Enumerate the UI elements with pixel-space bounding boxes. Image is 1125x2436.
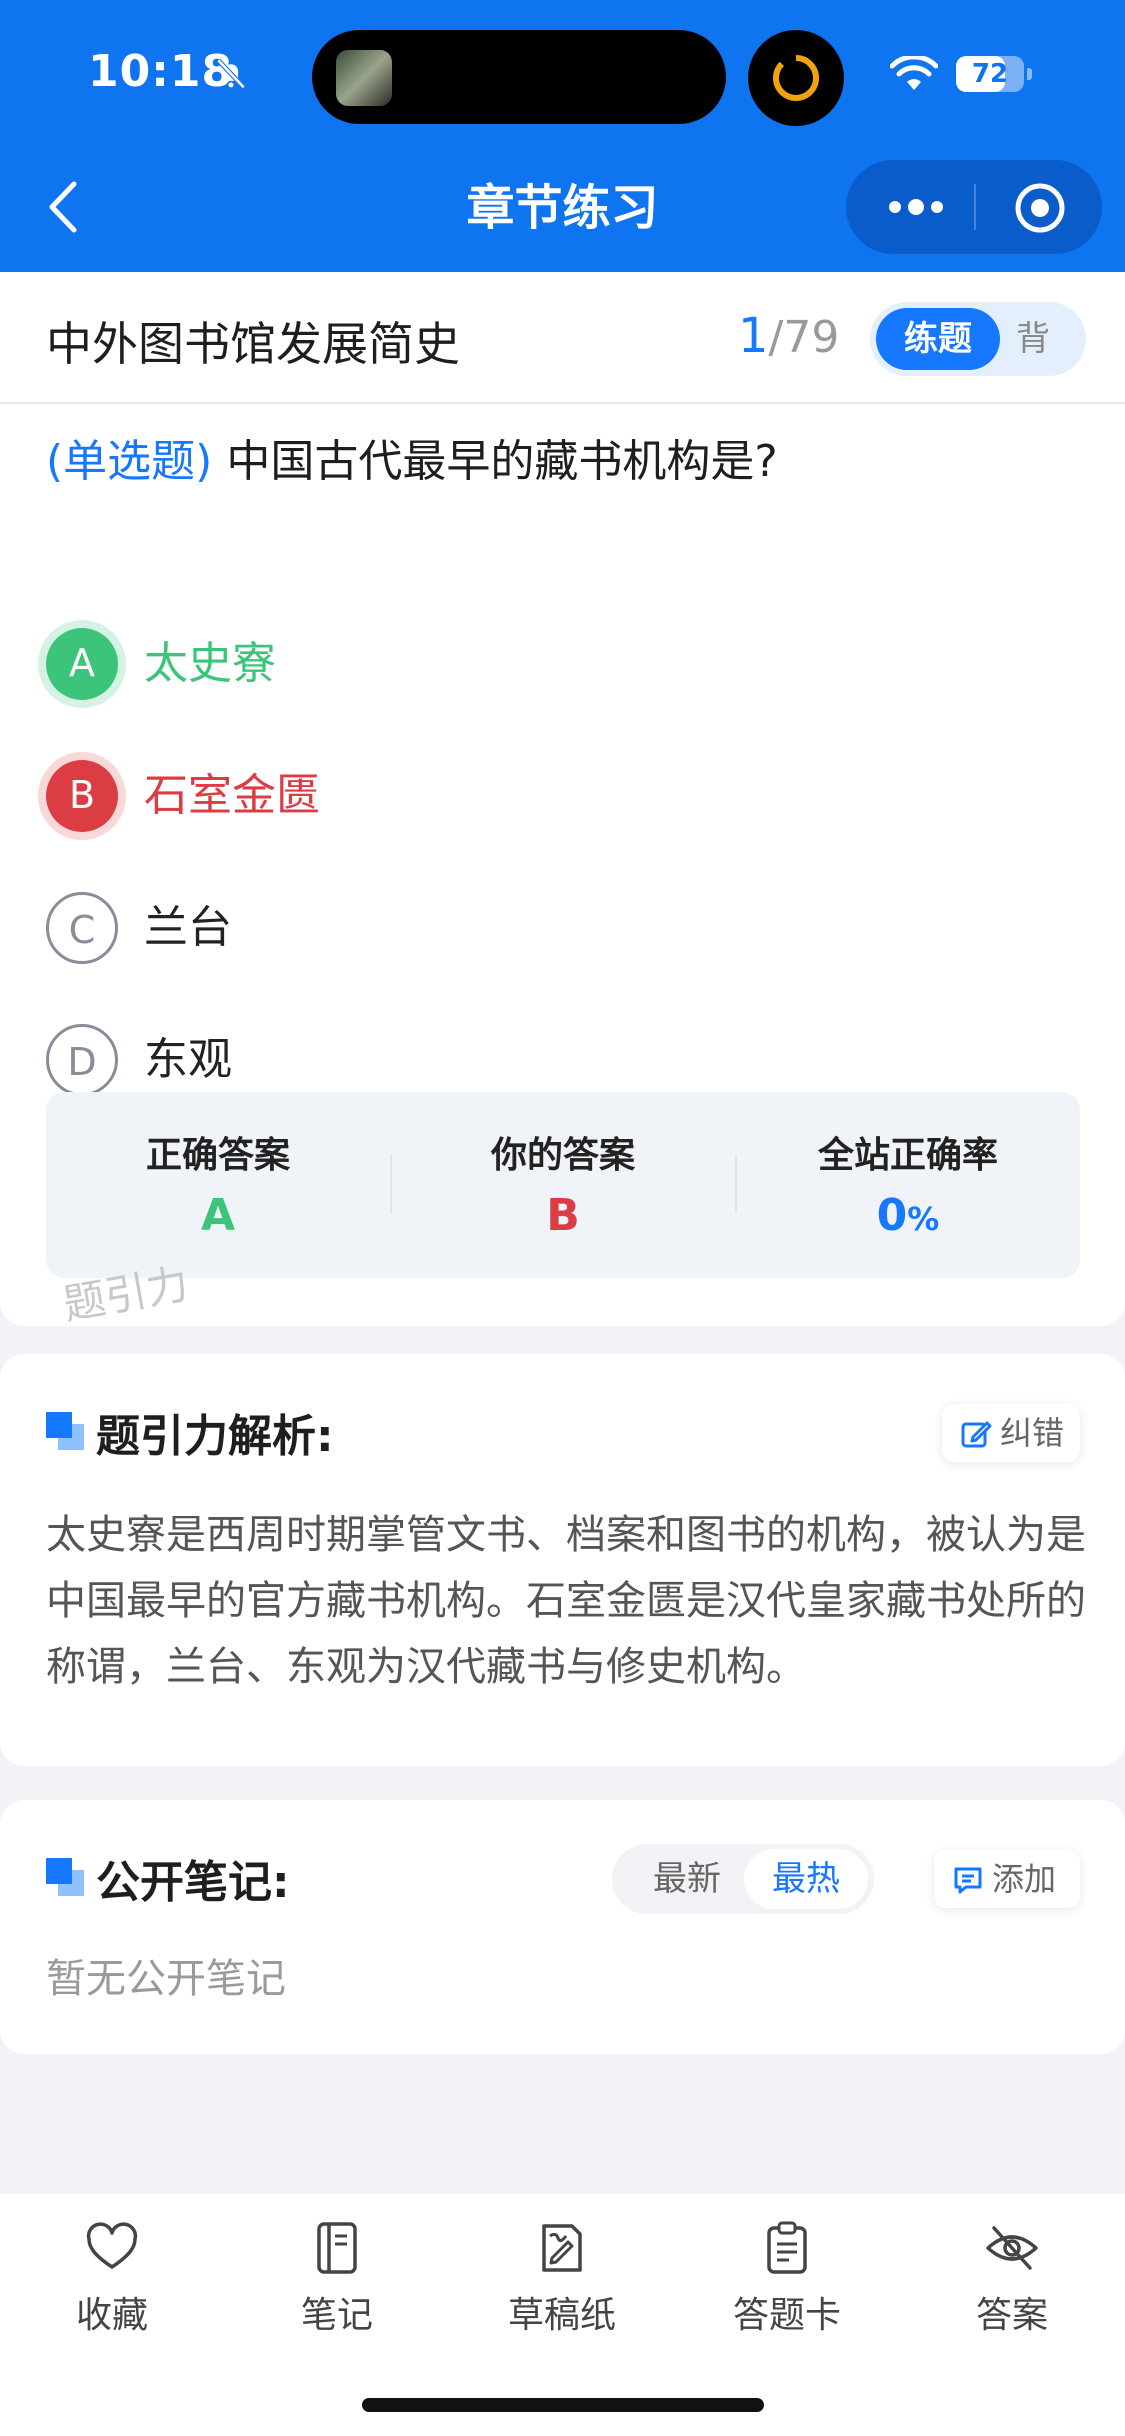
section-marker-icon [46,1412,86,1452]
progress-current: 1 [738,308,769,364]
tab-notes[interactable]: 笔记 [257,2220,417,2350]
question-stem: 中国古代最早的藏书机构是? [226,436,778,487]
dynamic-island [312,30,726,124]
chapter-title: 中外图书馆发展简史 [46,317,460,371]
option-c-text: 兰台 [144,902,232,953]
question-progress: 1/79 [738,308,839,364]
answer-summary: 正确答案 A 你的答案 B 全站正确率 0% [46,1092,1080,1278]
option-a[interactable]: A 太史寮 [46,628,1046,708]
option-d-text: 东观 [144,1034,232,1085]
header-bar: 10:18 72 章节练习 [0,0,1125,272]
add-note-button[interactable]: 添加 [934,1850,1080,1908]
eye-off-icon [986,2226,1038,2270]
battery-indicator: 72 [956,56,1032,92]
option-b[interactable]: B 石室金匮 [46,760,1046,840]
chapter-row: 中外图书馆发展简史 1/79 练题 背 [0,272,1125,404]
notes-title: 公开笔记: [96,1857,290,1908]
correct-answer-value: A [200,1190,236,1241]
question-text: (单选题) 中国古代最早的藏书机构是? [46,432,778,492]
sort-hot-tab[interactable]: 最热 [744,1849,868,1909]
accuracy-rate-value: 0% [876,1190,940,1241]
home-indicator[interactable] [362,2398,764,2412]
option-a-letter: A [46,628,118,700]
your-answer-col: 你的答案 B [391,1092,735,1278]
question-type: (单选题) [46,436,213,487]
option-b-text: 石室金匮 [144,770,320,821]
tab-show-answer-label: 答案 [975,2295,1048,2336]
option-b-letter: B [46,760,118,832]
correct-answer-col: 正确答案 A [46,1092,390,1278]
timer-ring-icon [773,54,819,101]
draft-paper-icon [542,2224,582,2272]
heart-icon [86,2222,138,2269]
accuracy-rate-col: 全站正确率 0% [736,1092,1080,1278]
miniapp-capsule [846,160,1102,254]
progress-total: /79 [768,312,840,363]
notebook-icon [317,2222,357,2274]
tab-draft-paper[interactable]: 草稿纸 [482,2220,642,2350]
your-answer-label: 你的答案 [490,1135,635,1176]
public-notes-card: 公开笔记: 最新 最热 添加 暂无公开笔记 [0,1800,1125,2054]
question-card: 中外图书馆发展简史 1/79 练题 背 (单选题) 中国古代最早的藏书机构是? … [0,272,1125,1329]
option-c-letter: C [46,892,118,964]
comment-icon [954,1867,982,1894]
tab-favorite-label: 收藏 [75,2295,148,2336]
wifi-icon [890,56,938,90]
answer-sheet-icon [767,2221,807,2274]
correct-answer-label: 正确答案 [145,1135,290,1176]
bell-muted-icon [216,58,246,89]
more-dots-icon[interactable] [886,196,946,218]
section-marker-icon [46,1858,86,1898]
analysis-title: 题引力解析: [96,1411,334,1462]
your-answer-value: B [546,1190,580,1241]
edit-icon [961,1421,992,1448]
mode-toggle[interactable]: 练题 背 [870,302,1086,376]
analysis-text: 太史寮是西周时期掌管文书、档案和图书的机构，被认为是中国最早的官方藏书机构。石室… [46,1512,1086,1690]
sort-newest-tab[interactable]: 最新 [632,1844,742,1914]
option-d-letter: D [46,1024,118,1096]
close-miniapp-icon[interactable] [1014,182,1066,234]
add-note-label: 添加 [992,1860,1057,1898]
accuracy-rate-label: 全站正确率 [817,1135,998,1176]
mode-memorize-tab[interactable]: 背 [1016,308,1076,370]
notes-sort-toggle[interactable]: 最新 最热 [612,1844,874,1914]
tab-draft-paper-label: 草稿纸 [507,2295,616,2336]
analysis-card: 题引力解析: 纠错 太史寮是西周时期掌管文书、档案和图书的机构，被认为是中国最早… [0,1354,1125,1766]
tab-answer-sheet-label: 答题卡 [732,2295,841,2336]
tab-favorite[interactable]: 收藏 [32,2220,192,2350]
report-error-button[interactable]: 纠错 [942,1404,1080,1462]
battery-percentage: 72 [971,59,1009,89]
report-error-label: 纠错 [1000,1414,1065,1452]
notes-empty-text: 暂无公开笔记 [46,1956,286,2002]
media-thumbnail [336,50,392,106]
tab-show-answer[interactable]: 答案 [932,2220,1092,2350]
option-a-text: 太史寮 [144,638,276,689]
tab-answer-sheet[interactable]: 答题卡 [707,2220,867,2350]
option-c[interactable]: C 兰台 [46,892,1046,972]
tab-notes-label: 笔记 [300,2295,373,2336]
mode-practice-tab[interactable]: 练题 [876,308,1000,370]
